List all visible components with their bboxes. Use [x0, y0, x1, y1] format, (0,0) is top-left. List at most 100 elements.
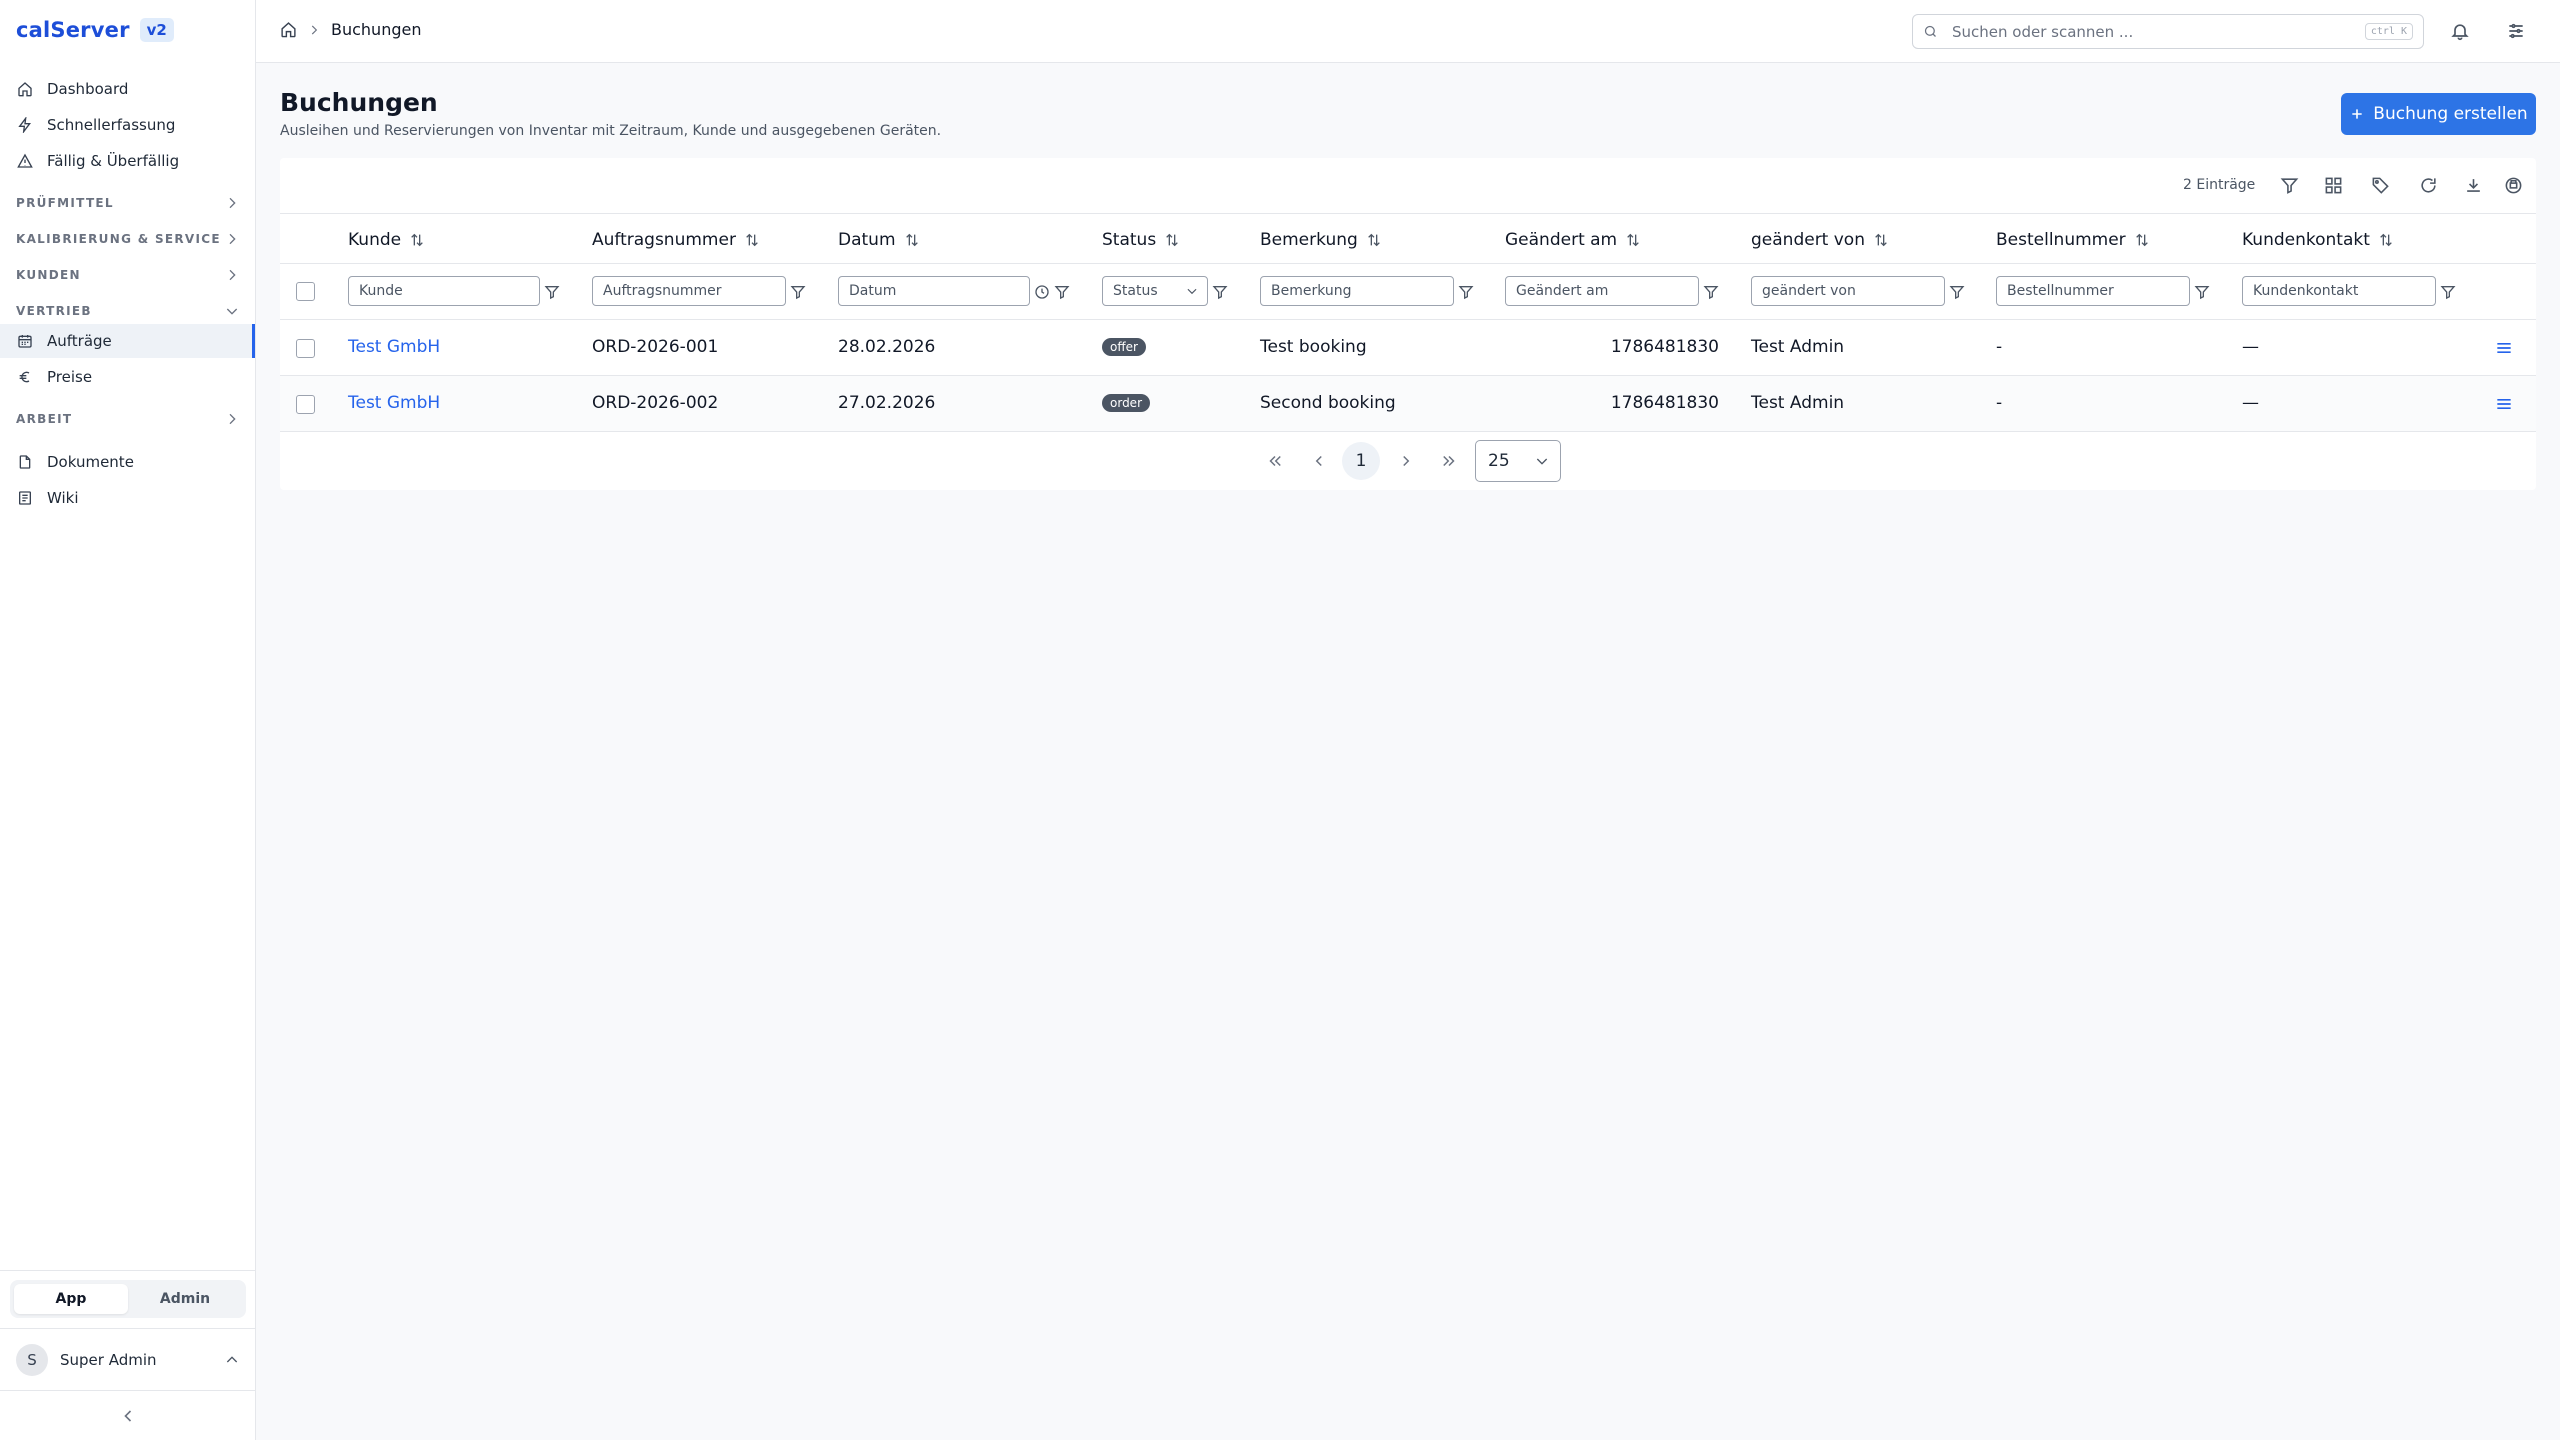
cell-geaendert-von: Test Admin: [1751, 393, 1845, 413]
sort-icon: [1166, 233, 1178, 247]
next-page-icon[interactable]: [1397, 452, 1415, 470]
sidebar-item-preise[interactable]: Preise: [0, 360, 255, 394]
page-size-select[interactable]: 25: [1475, 440, 1561, 482]
cell-geaendert-am: 1786481830: [1610, 393, 1719, 413]
bell-icon[interactable]: [2450, 21, 2470, 41]
filter-datum-input[interactable]: [838, 276, 1030, 306]
page-number-button[interactable]: 1: [1342, 442, 1380, 480]
column-header-geaendert-von[interactable]: geändert von: [1751, 230, 1889, 250]
sidebar-section-arbeit[interactable]: ARBEIT: [16, 408, 240, 430]
mode-admin-button[interactable]: Admin: [128, 1284, 242, 1314]
filter-geaendert-von-input[interactable]: [1751, 276, 1945, 306]
filter-icon[interactable]: [544, 284, 560, 300]
pagination: 1 25: [280, 434, 2536, 490]
download-icon[interactable]: [2464, 176, 2483, 195]
filter-kundenkontakt-input[interactable]: [2242, 276, 2436, 306]
home-icon[interactable]: [280, 21, 297, 38]
filter-icon[interactable]: [1703, 284, 1719, 300]
status-badge: order: [1102, 394, 1150, 412]
create-booking-button[interactable]: Buchung erstellen: [2341, 93, 2536, 135]
filter-icon[interactable]: [2280, 176, 2299, 195]
sidebar-item-faellig[interactable]: Fällig & Überfällig: [0, 144, 255, 178]
lightning-icon: [18, 117, 31, 133]
sort-icon: [1627, 233, 1639, 247]
column-header-bestellnummer[interactable]: Bestellnummer: [1996, 230, 2150, 250]
sidebar-item-auftraege[interactable]: Aufträge: [0, 324, 255, 358]
chevron-down-icon: [1187, 288, 1197, 295]
sort-icon: [1875, 233, 1887, 247]
collapse-sidebar-icon[interactable]: [118, 1406, 138, 1426]
sidebar: calServer v2 Dashboard Schnellerfassung …: [0, 0, 256, 1440]
sidebar-item-wiki[interactable]: Wiki: [0, 481, 255, 515]
breadcrumb: Buchungen: [280, 20, 421, 39]
print-icon[interactable]: [2504, 176, 2523, 195]
section-label: KUNDEN: [16, 268, 81, 282]
sidebar-item-label: Dokumente: [47, 453, 134, 471]
chevron-right-icon: [229, 413, 236, 425]
row-checkbox[interactable]: [296, 395, 315, 414]
filter-icon[interactable]: [1949, 284, 1965, 300]
cell-bestellnummer: -: [1996, 337, 2003, 357]
section-label: PRÜFMITTEL: [16, 196, 114, 210]
sidebar-section-kalibrierung[interactable]: KALIBRIERUNG & SERVICE: [16, 228, 240, 250]
breadcrumb-current: Buchungen: [331, 20, 422, 39]
row-menu-icon[interactable]: [2494, 394, 2514, 414]
cell-bemerkung: Second booking: [1260, 393, 1396, 413]
user-menu[interactable]: S Super Admin: [16, 1344, 240, 1376]
filter-geaendert-am-input[interactable]: [1505, 276, 1699, 306]
settings-sliders-icon[interactable]: [2506, 21, 2526, 41]
chevron-right-icon: [229, 269, 236, 281]
filter-bestellnummer-input[interactable]: [1996, 276, 2190, 306]
grid-icon[interactable]: [2324, 176, 2343, 195]
prev-page-icon[interactable]: [1310, 452, 1328, 470]
entry-count: 2 Einträge: [2183, 177, 2256, 193]
column-label: Bemerkung: [1260, 230, 1358, 250]
tag-icon[interactable]: [2371, 176, 2390, 195]
filter-icon[interactable]: [1054, 284, 1070, 300]
filter-icon[interactable]: [1458, 284, 1474, 300]
chevron-up-icon: [226, 1356, 238, 1363]
sidebar-section-pruefmittel[interactable]: PRÜFMITTEL: [16, 192, 240, 214]
filter-icon[interactable]: [1212, 284, 1228, 300]
global-search: ctrl K: [1912, 14, 2424, 49]
filter-icon[interactable]: [2440, 284, 2456, 300]
sidebar-item-dashboard[interactable]: Dashboard: [0, 72, 255, 106]
sidebar-item-schnellerfassung[interactable]: Schnellerfassung: [0, 108, 255, 142]
mode-app-button[interactable]: App: [14, 1284, 128, 1314]
filter-kunde-input[interactable]: [348, 276, 540, 306]
sidebar-section-kunden[interactable]: KUNDEN: [16, 264, 240, 286]
filter-bemerkung-input[interactable]: [1260, 276, 1454, 306]
first-page-icon[interactable]: [1266, 452, 1284, 470]
column-header-status[interactable]: Status: [1102, 230, 1180, 250]
clock-icon[interactable]: [1034, 284, 1050, 300]
filter-icon[interactable]: [2194, 284, 2210, 300]
sidebar-item-dokumente[interactable]: Dokumente: [0, 445, 255, 479]
cell-kundenkontakt: —: [2242, 393, 2259, 413]
chevron-right-icon: [311, 25, 318, 34]
last-page-icon[interactable]: [1440, 452, 1458, 470]
column-header-kundenkontakt[interactable]: Kundenkontakt: [2242, 230, 2394, 250]
column-header-geaendert-am[interactable]: Geändert am: [1505, 230, 1641, 250]
filter-auftragsnummer-input[interactable]: [592, 276, 786, 306]
page-size-value: 25: [1488, 451, 1510, 471]
column-header-bemerkung[interactable]: Bemerkung: [1260, 230, 1382, 250]
sort-icon: [905, 233, 918, 247]
row-checkbox[interactable]: [296, 339, 315, 358]
select-all-checkbox[interactable]: [296, 282, 315, 301]
app-logo[interactable]: calServer v2: [16, 18, 174, 42]
column-header-auftragsnummer[interactable]: Auftragsnummer: [592, 230, 760, 250]
section-label: VERTRIEB: [16, 304, 92, 318]
row-menu-icon[interactable]: [2494, 338, 2514, 358]
column-label: Geändert am: [1505, 230, 1618, 250]
search-input[interactable]: [1952, 22, 2351, 41]
filter-status-select[interactable]: Status: [1102, 276, 1208, 306]
filter-icon[interactable]: [790, 284, 806, 300]
refresh-icon[interactable]: [2419, 176, 2438, 195]
sidebar-section-vertrieb[interactable]: VERTRIEB: [16, 300, 240, 322]
cell-kunde[interactable]: Test GmbH: [348, 337, 440, 357]
cell-kunde[interactable]: Test GmbH: [348, 393, 440, 413]
column-header-kunde[interactable]: Kunde: [348, 230, 425, 250]
column-header-datum[interactable]: Datum: [838, 230, 920, 250]
table-header-row: Kunde Auftragsnummer Datum Status Bemerk…: [280, 214, 2536, 264]
column-label: Status: [1102, 230, 1157, 250]
